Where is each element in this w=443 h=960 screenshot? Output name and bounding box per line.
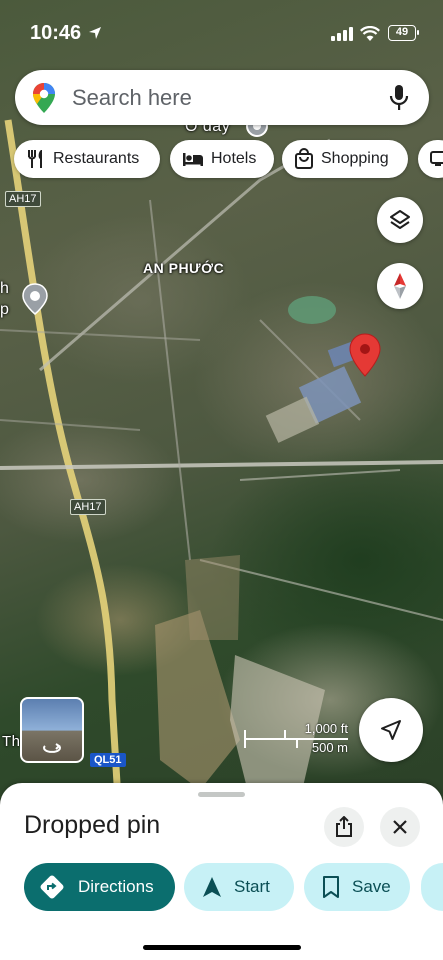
bed-icon <box>183 153 203 166</box>
share-button[interactable] <box>324 807 364 847</box>
chip-label: Shopping <box>321 150 389 167</box>
save-label: Save <box>352 877 391 896</box>
chip-label: Hotels <box>211 150 257 167</box>
directions-button[interactable]: Directions <box>24 863 175 911</box>
my-location-button[interactable] <box>359 698 423 762</box>
place-bottom-sheet[interactable]: Dropped pin Directions Start Save <box>0 783 443 960</box>
fork-knife-icon <box>28 150 42 168</box>
navigation-arrow-icon <box>203 877 221 897</box>
shopping-bag-icon <box>295 148 313 169</box>
share-icon <box>336 816 352 837</box>
microphone-icon[interactable] <box>388 84 410 112</box>
map-label: p <box>0 301 10 318</box>
directions-label: Directions <box>78 877 154 896</box>
chip-hotels[interactable]: Hotels <box>170 140 274 178</box>
chip-partial-icon <box>430 151 443 166</box>
sheet-drag-handle[interactable] <box>198 792 245 797</box>
more-actions-button[interactable] <box>421 863 443 911</box>
save-button[interactable]: Save <box>304 863 410 911</box>
place-title: Dropped pin <box>24 811 161 839</box>
compass-icon <box>394 273 406 299</box>
road-shield-ah17: AH17 <box>5 191 41 207</box>
search-input[interactable]: Search here <box>72 85 192 111</box>
start-button[interactable]: Start <box>184 863 294 911</box>
street-view-thumbnail[interactable] <box>20 697 84 763</box>
status-bar: 10:46 49 <box>0 0 443 64</box>
home-indicator[interactable] <box>143 945 301 950</box>
layers-icon <box>390 210 410 229</box>
scale-feet: 1,000 ft <box>304 721 348 736</box>
compass-button[interactable] <box>377 263 423 309</box>
road-shield-ah17: AH17 <box>70 499 106 515</box>
bookmark-icon <box>323 876 339 898</box>
start-label: Start <box>234 877 270 896</box>
map-label: h <box>0 280 10 297</box>
map-label-an-phuoc: AN PHƯỚC <box>143 260 225 276</box>
scale-meters: 500 m <box>311 740 348 755</box>
close-button[interactable] <box>380 807 420 847</box>
dropped-pin-marker[interactable] <box>349 333 381 377</box>
map-scale: 1,000 ft 500 m <box>244 718 350 758</box>
search-bar[interactable]: Search here <box>15 70 429 125</box>
google-maps-logo-icon <box>33 83 55 113</box>
cellular-signal-icon <box>331 27 353 41</box>
navigation-arrow-icon <box>381 720 401 740</box>
wifi-icon <box>360 26 380 41</box>
battery-indicator: 49 <box>388 25 419 41</box>
place-marker[interactable] <box>22 283 48 315</box>
map-label: Th <box>2 733 21 750</box>
chip-shopping[interactable]: Shopping <box>282 140 408 178</box>
close-icon <box>393 820 407 834</box>
chip-label: Restaurants <box>53 150 140 167</box>
street-view-360-icon <box>43 743 61 753</box>
directions-icon <box>40 875 64 899</box>
location-services-icon <box>89 27 101 39</box>
layers-button[interactable] <box>377 197 423 243</box>
status-time: 10:46 <box>30 22 82 44</box>
chip-restaurants[interactable]: Restaurants <box>14 140 160 178</box>
route-shield-ql51: QL51 <box>90 753 126 767</box>
